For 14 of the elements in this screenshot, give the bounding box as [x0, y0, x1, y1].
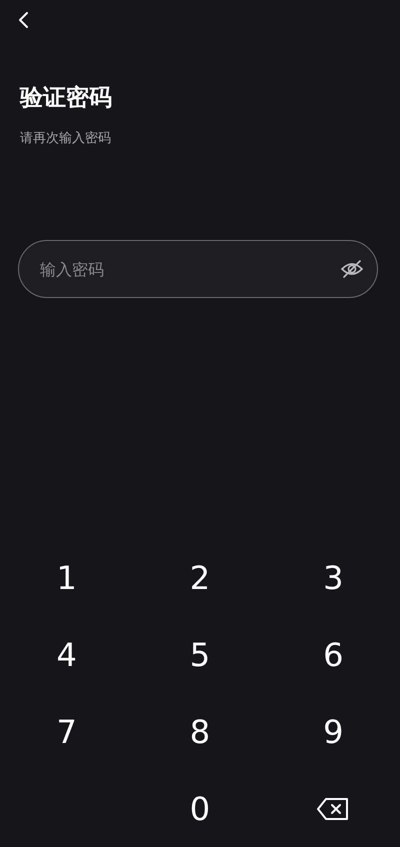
digit-key[interactable]: 0 — [160, 770, 240, 847]
digit-key[interactable]: 5 — [160, 616, 240, 693]
password-field[interactable]: 输入密码 — [18, 240, 378, 298]
digit-key[interactable]: 2 — [160, 539, 240, 616]
digit-key[interactable]: 9 — [293, 693, 374, 770]
backspace-icon[interactable] — [316, 796, 350, 822]
digit-key[interactable]: 8 — [160, 693, 240, 770]
digit-key[interactable]: 4 — [26, 616, 107, 693]
digit-key[interactable]: 7 — [26, 693, 107, 770]
page-subtitle: 请再次输入密码 — [20, 130, 111, 148]
page-title: 验证密码 — [20, 84, 113, 113]
digit-key[interactable]: 6 — [293, 616, 374, 693]
digit-key[interactable]: 3 — [293, 539, 374, 616]
digit-key[interactable]: 1 — [26, 539, 107, 616]
